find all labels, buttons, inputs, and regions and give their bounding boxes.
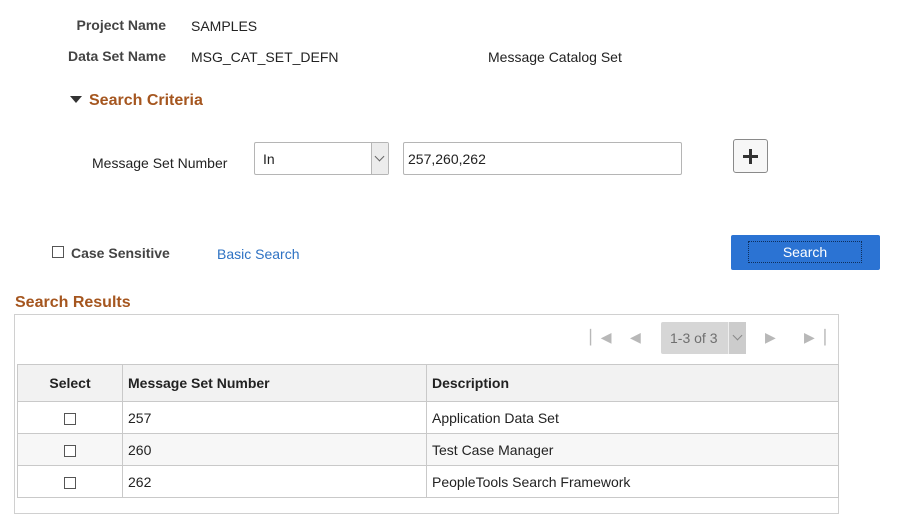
table-row: 257 Application Data Set <box>17 401 839 434</box>
chevron-down-icon <box>732 330 743 341</box>
next-page-icon[interactable]: ▶ <box>765 329 776 346</box>
project-name-value: SAMPLES <box>191 18 258 34</box>
table-row: 260 Test Case Manager <box>17 433 839 466</box>
pager-text: 1-3 of 3 <box>670 330 718 346</box>
caret-down-icon <box>70 96 82 103</box>
pager-select[interactable]: 1-3 of 3 <box>661 322 746 354</box>
dataset-name-label: Data Set Name <box>67 48 166 64</box>
search-results-title: Search Results <box>15 294 131 311</box>
search-criteria-toggle[interactable]: Search Criteria <box>70 92 210 114</box>
row-select-checkbox[interactable] <box>64 444 76 457</box>
table-header-row: Select Message Set Number Description <box>17 364 839 402</box>
operator-dropdown-button[interactable] <box>371 143 388 174</box>
column-header-select: Select <box>17 364 123 402</box>
message-set-number-cell: 260 <box>122 433 427 466</box>
message-set-number-input[interactable] <box>403 142 682 175</box>
description-cell: Test Case Manager <box>426 433 839 466</box>
search-button[interactable]: Search <box>731 235 880 270</box>
case-sensitive-label: Case Sensitive <box>71 245 170 261</box>
dataset-name-value: MSG_CAT_SET_DEFN <box>191 49 339 65</box>
table-row: 262 PeopleTools Search Framework <box>17 465 839 498</box>
message-set-number-cell: 262 <box>122 465 427 498</box>
basic-search-link[interactable]: Basic Search <box>217 246 299 262</box>
dataset-description: Message Catalog Set <box>488 49 622 65</box>
description-cell: Application Data Set <box>426 401 839 434</box>
row-select-checkbox[interactable] <box>64 412 76 425</box>
first-page-icon[interactable]: ▏◀ <box>590 329 612 346</box>
description-cell: PeopleTools Search Framework <box>426 465 839 498</box>
row-select-checkbox[interactable] <box>64 476 76 489</box>
operator-select-value: In <box>263 151 275 167</box>
results-table: Select Message Set Number Description 25… <box>17 364 839 498</box>
search-criteria-title: Search Criteria <box>89 92 203 109</box>
previous-page-icon[interactable]: ◀ <box>630 329 641 346</box>
message-set-number-cell: 257 <box>122 401 427 434</box>
pager-dropdown-button[interactable] <box>728 322 746 354</box>
message-set-number-label: Message Set Number <box>92 155 228 171</box>
last-page-icon[interactable]: ▶▕ <box>804 329 826 346</box>
column-header-message-set-number[interactable]: Message Set Number <box>122 364 427 402</box>
chevron-down-icon <box>374 151 385 162</box>
operator-select[interactable]: In <box>254 142 389 175</box>
project-name-label: Project Name <box>76 17 166 33</box>
results-grid: ▏◀ ◀ 1-3 of 3 ▶ ▶▕ Select Message Set Nu… <box>14 314 839 514</box>
case-sensitive-checkbox[interactable] <box>52 246 64 258</box>
column-header-description[interactable]: Description <box>426 364 839 402</box>
search-button-label: Search <box>748 241 862 263</box>
add-criteria-button[interactable] <box>733 139 768 173</box>
